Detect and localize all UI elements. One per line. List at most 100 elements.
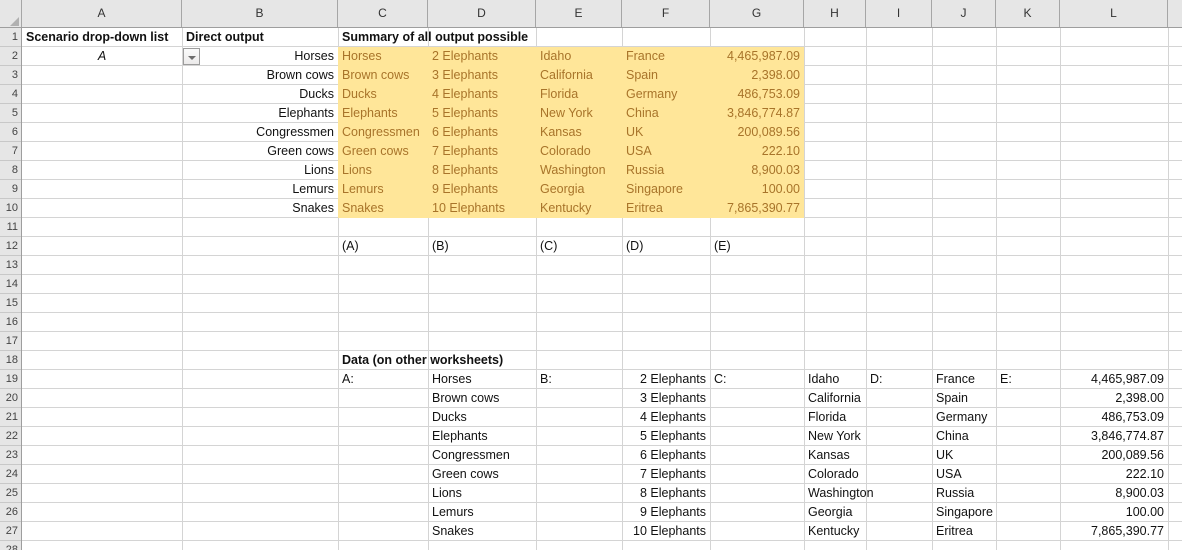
data-state-cell[interactable]: Kentucky: [805, 522, 865, 541]
scenario-selected-value[interactable]: A: [23, 47, 181, 66]
data-state-cell[interactable]: California: [805, 389, 865, 408]
summary-elephants-cell[interactable]: 10 Elephants: [429, 199, 535, 218]
summary-amount-cell[interactable]: 4,465,987.09: [711, 47, 803, 66]
row-header-22[interactable]: 22: [0, 427, 21, 446]
data-animal-cell[interactable]: Snakes: [429, 522, 535, 541]
summary-amount-cell[interactable]: 486,753.09: [711, 85, 803, 104]
summary-country-cell[interactable]: France: [623, 47, 709, 66]
data-state-cell[interactable]: Washington: [805, 484, 874, 503]
row-header-18[interactable]: 18: [0, 351, 21, 370]
column-header-d[interactable]: D: [428, 0, 536, 27]
data-country-cell[interactable]: China: [933, 427, 995, 446]
summary-state-cell[interactable]: Kansas: [537, 123, 621, 142]
data-country-cell[interactable]: Germany: [933, 408, 995, 427]
data-elephants-cell[interactable]: 7 Elephants: [623, 465, 709, 484]
summary-country-cell[interactable]: Eritrea: [623, 199, 709, 218]
data-amount-cell[interactable]: 222.10: [1061, 465, 1167, 484]
row-header-21[interactable]: 21: [0, 408, 21, 427]
summary-elephants-cell[interactable]: 9 Elephants: [429, 180, 535, 199]
summary-elephants-cell[interactable]: 6 Elephants: [429, 123, 535, 142]
data-elephants-cell[interactable]: 3 Elephants: [623, 389, 709, 408]
data-elephants-cell[interactable]: 9 Elephants: [623, 503, 709, 522]
select-all-corner[interactable]: [0, 0, 22, 27]
summary-country-cell[interactable]: Russia: [623, 161, 709, 180]
direct-output-cell[interactable]: Ducks: [183, 85, 337, 104]
direct-output-cell[interactable]: Snakes: [183, 199, 337, 218]
summary-country-cell[interactable]: UK: [623, 123, 709, 142]
summary-amount-cell[interactable]: 8,900.03: [711, 161, 803, 180]
data-amount-cell[interactable]: 100.00: [1061, 503, 1167, 522]
data-amount-cell[interactable]: 200,089.56: [1061, 446, 1167, 465]
summary-country-cell[interactable]: Germany: [623, 85, 709, 104]
data-animal-cell[interactable]: Horses: [429, 370, 535, 389]
row-header-25[interactable]: 25: [0, 484, 21, 503]
data-elephants-cell[interactable]: 6 Elephants: [623, 446, 709, 465]
data-state-cell[interactable]: Georgia: [805, 503, 865, 522]
row-header-1[interactable]: 1: [0, 28, 21, 47]
summary-elephants-cell[interactable]: 2 Elephants: [429, 47, 535, 66]
data-animal-cell[interactable]: Elephants: [429, 427, 535, 446]
column-header-a[interactable]: A: [22, 0, 182, 27]
direct-output-cell[interactable]: Lemurs: [183, 180, 337, 199]
data-elephants-cell[interactable]: 4 Elephants: [623, 408, 709, 427]
row-header-19[interactable]: 19: [0, 370, 21, 389]
data-elephants-cell[interactable]: 8 Elephants: [623, 484, 709, 503]
data-animal-cell[interactable]: Brown cows: [429, 389, 535, 408]
data-state-cell[interactable]: New York: [805, 427, 865, 446]
row-header-20[interactable]: 20: [0, 389, 21, 408]
row-header-11[interactable]: 11: [0, 218, 21, 237]
data-amount-cell[interactable]: 3,846,774.87: [1061, 427, 1167, 446]
direct-output-cell[interactable]: Elephants: [183, 104, 337, 123]
summary-animal-cell[interactable]: Congressmen: [339, 123, 427, 142]
data-state-cell[interactable]: Idaho: [805, 370, 865, 389]
column-header-b[interactable]: B: [182, 0, 338, 27]
summary-animal-cell[interactable]: Lions: [339, 161, 427, 180]
row-header-14[interactable]: 14: [0, 275, 21, 294]
direct-output-cell[interactable]: Green cows: [183, 142, 337, 161]
data-animal-cell[interactable]: Green cows: [429, 465, 535, 484]
summary-state-cell[interactable]: Colorado: [537, 142, 621, 161]
summary-elephants-cell[interactable]: 7 Elephants: [429, 142, 535, 161]
column-header-k[interactable]: K: [996, 0, 1060, 27]
summary-animal-cell[interactable]: Ducks: [339, 85, 427, 104]
data-country-cell[interactable]: UK: [933, 446, 995, 465]
summary-animal-cell[interactable]: Snakes: [339, 199, 427, 218]
summary-amount-cell[interactable]: 200,089.56: [711, 123, 803, 142]
data-state-cell[interactable]: Colorado: [805, 465, 865, 484]
row-header-23[interactable]: 23: [0, 446, 21, 465]
summary-amount-cell[interactable]: 2,398.00: [711, 66, 803, 85]
summary-state-cell[interactable]: New York: [537, 104, 621, 123]
row-header-28[interactable]: 28: [0, 541, 21, 550]
column-header-f[interactable]: F: [622, 0, 710, 27]
row-header-16[interactable]: 16: [0, 313, 21, 332]
summary-amount-cell[interactable]: 100.00: [711, 180, 803, 199]
data-country-cell[interactable]: Spain: [933, 389, 995, 408]
summary-elephants-cell[interactable]: 5 Elephants: [429, 104, 535, 123]
data-state-cell[interactable]: Florida: [805, 408, 865, 427]
direct-output-cell[interactable]: Horses: [183, 47, 337, 66]
summary-state-cell[interactable]: California: [537, 66, 621, 85]
summary-amount-cell[interactable]: 222.10: [711, 142, 803, 161]
summary-animal-cell[interactable]: Elephants: [339, 104, 427, 123]
summary-animal-cell[interactable]: Lemurs: [339, 180, 427, 199]
column-header-e[interactable]: E: [536, 0, 622, 27]
data-elephants-cell[interactable]: 5 Elephants: [623, 427, 709, 446]
data-state-cell[interactable]: Kansas: [805, 446, 865, 465]
row-header-2[interactable]: 2: [0, 47, 21, 66]
row-header-12[interactable]: 12: [0, 237, 21, 256]
data-country-cell[interactable]: France: [933, 370, 995, 389]
data-amount-cell[interactable]: 486,753.09: [1061, 408, 1167, 427]
data-amount-cell[interactable]: 7,865,390.77: [1061, 522, 1167, 541]
row-header-10[interactable]: 10: [0, 199, 21, 218]
row-header-8[interactable]: 8: [0, 161, 21, 180]
data-animal-cell[interactable]: Lions: [429, 484, 535, 503]
summary-elephants-cell[interactable]: 8 Elephants: [429, 161, 535, 180]
column-header-c[interactable]: C: [338, 0, 428, 27]
row-header-27[interactable]: 27: [0, 522, 21, 541]
summary-animal-cell[interactable]: Horses: [339, 47, 427, 66]
summary-state-cell[interactable]: Georgia: [537, 180, 621, 199]
summary-state-cell[interactable]: Florida: [537, 85, 621, 104]
direct-output-cell[interactable]: Brown cows: [183, 66, 337, 85]
row-header-17[interactable]: 17: [0, 332, 21, 351]
summary-state-cell[interactable]: Washington: [537, 161, 621, 180]
